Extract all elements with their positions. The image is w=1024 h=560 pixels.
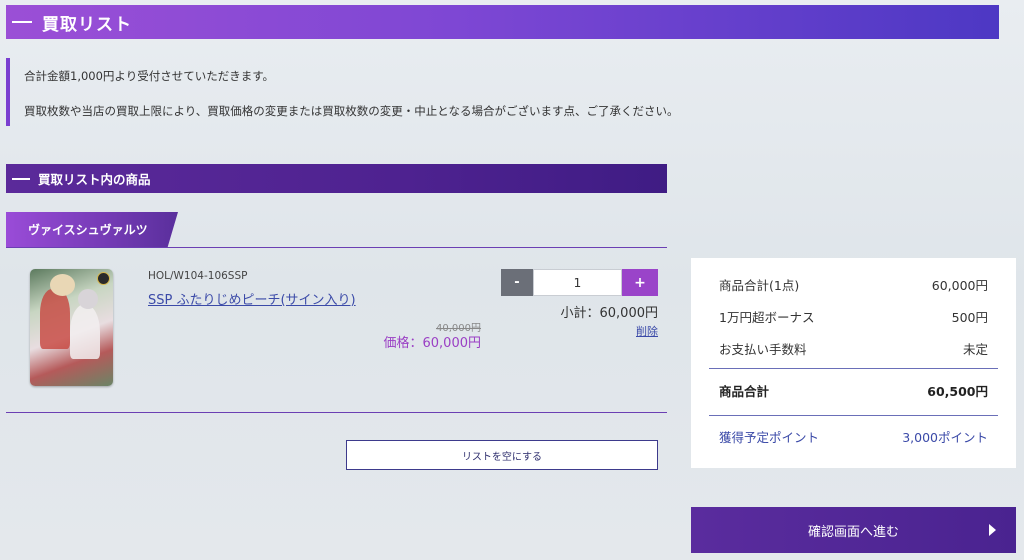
item-subtotal: 小計：60,000円 — [560, 306, 659, 321]
section-title: 買取リスト内の商品 — [38, 172, 151, 187]
summary-points: 獲得予定ポイント 3,000ポイント — [719, 416, 988, 456]
order-summary: 商品合計(1点) 60,000円 1万円超ボーナス 500円 お支払い手数料 未… — [691, 258, 1016, 468]
category-label: ヴァイスシュヴァルツ — [28, 223, 148, 237]
item-divider — [6, 412, 667, 413]
quantity-increase-button[interactable]: + — [622, 269, 658, 296]
points-value: 3,000ポイント — [902, 429, 988, 445]
page-title-bar: 買取リスト — [6, 5, 999, 39]
notice-minimum-amount: 合計金額1,000円より受付させていただきます。 — [24, 69, 275, 83]
summary-label: 1万円超ボーナス — [719, 309, 815, 325]
summary-row-bonus: 1万円超ボーナス 500円 — [719, 300, 988, 332]
quantity-decrease-button[interactable]: - — [501, 269, 533, 296]
points-label: 獲得予定ポイント — [719, 429, 820, 445]
summary-label: お支払い手数料 — [719, 341, 807, 357]
summary-total-label: 商品合計 — [719, 383, 770, 399]
delete-item-link[interactable]: 削除 — [636, 323, 658, 339]
category-divider — [6, 247, 667, 248]
card-badge-icon — [97, 272, 110, 285]
confirm-button[interactable]: 確認画面へ進む — [691, 507, 1016, 553]
summary-row-subtotal: 商品合計(1点) 60,000円 — [719, 268, 988, 300]
title-decoration-line — [12, 21, 32, 23]
clear-list-button[interactable]: リストを空にする — [346, 440, 658, 470]
quantity-stepper: - 1 + — [501, 269, 658, 296]
summary-value: 未定 — [962, 341, 988, 357]
notice-box: 合計金額1,000円より受付させていただきます。 買取枚数や当店の買取上限により… — [6, 58, 999, 126]
summary-value: 500円 — [951, 309, 988, 325]
chevron-right-icon — [989, 524, 996, 536]
quantity-input[interactable]: 1 — [533, 269, 622, 296]
notice-purchase-limit: 買取枚数や当店の買取上限により、買取価格の変更または買取枚数の変更・中止となる場… — [24, 104, 679, 118]
price-current: 価格：60,000円 — [383, 336, 482, 351]
page-title: 買取リスト — [42, 14, 132, 35]
item-name-link[interactable]: SSP ふたりじめピーチ(サイン入り) — [148, 289, 356, 308]
confirm-button-label: 確認画面へ進む — [807, 524, 899, 540]
summary-value: 60,000円 — [931, 277, 988, 293]
item-code: HOL/W104-106SSP — [148, 270, 248, 282]
card-thumbnail — [30, 269, 113, 386]
category-tab: ヴァイスシュヴァルツ — [6, 212, 178, 247]
summary-total-value: 60,500円 — [927, 383, 988, 399]
section-decoration-line — [12, 177, 30, 180]
summary-row-fee: お支払い手数料 未定 — [719, 332, 988, 364]
section-header: 買取リスト内の商品 — [6, 164, 667, 193]
summary-total: 商品合計 60,500円 — [719, 369, 988, 411]
summary-label: 商品合計(1点) — [719, 277, 800, 293]
